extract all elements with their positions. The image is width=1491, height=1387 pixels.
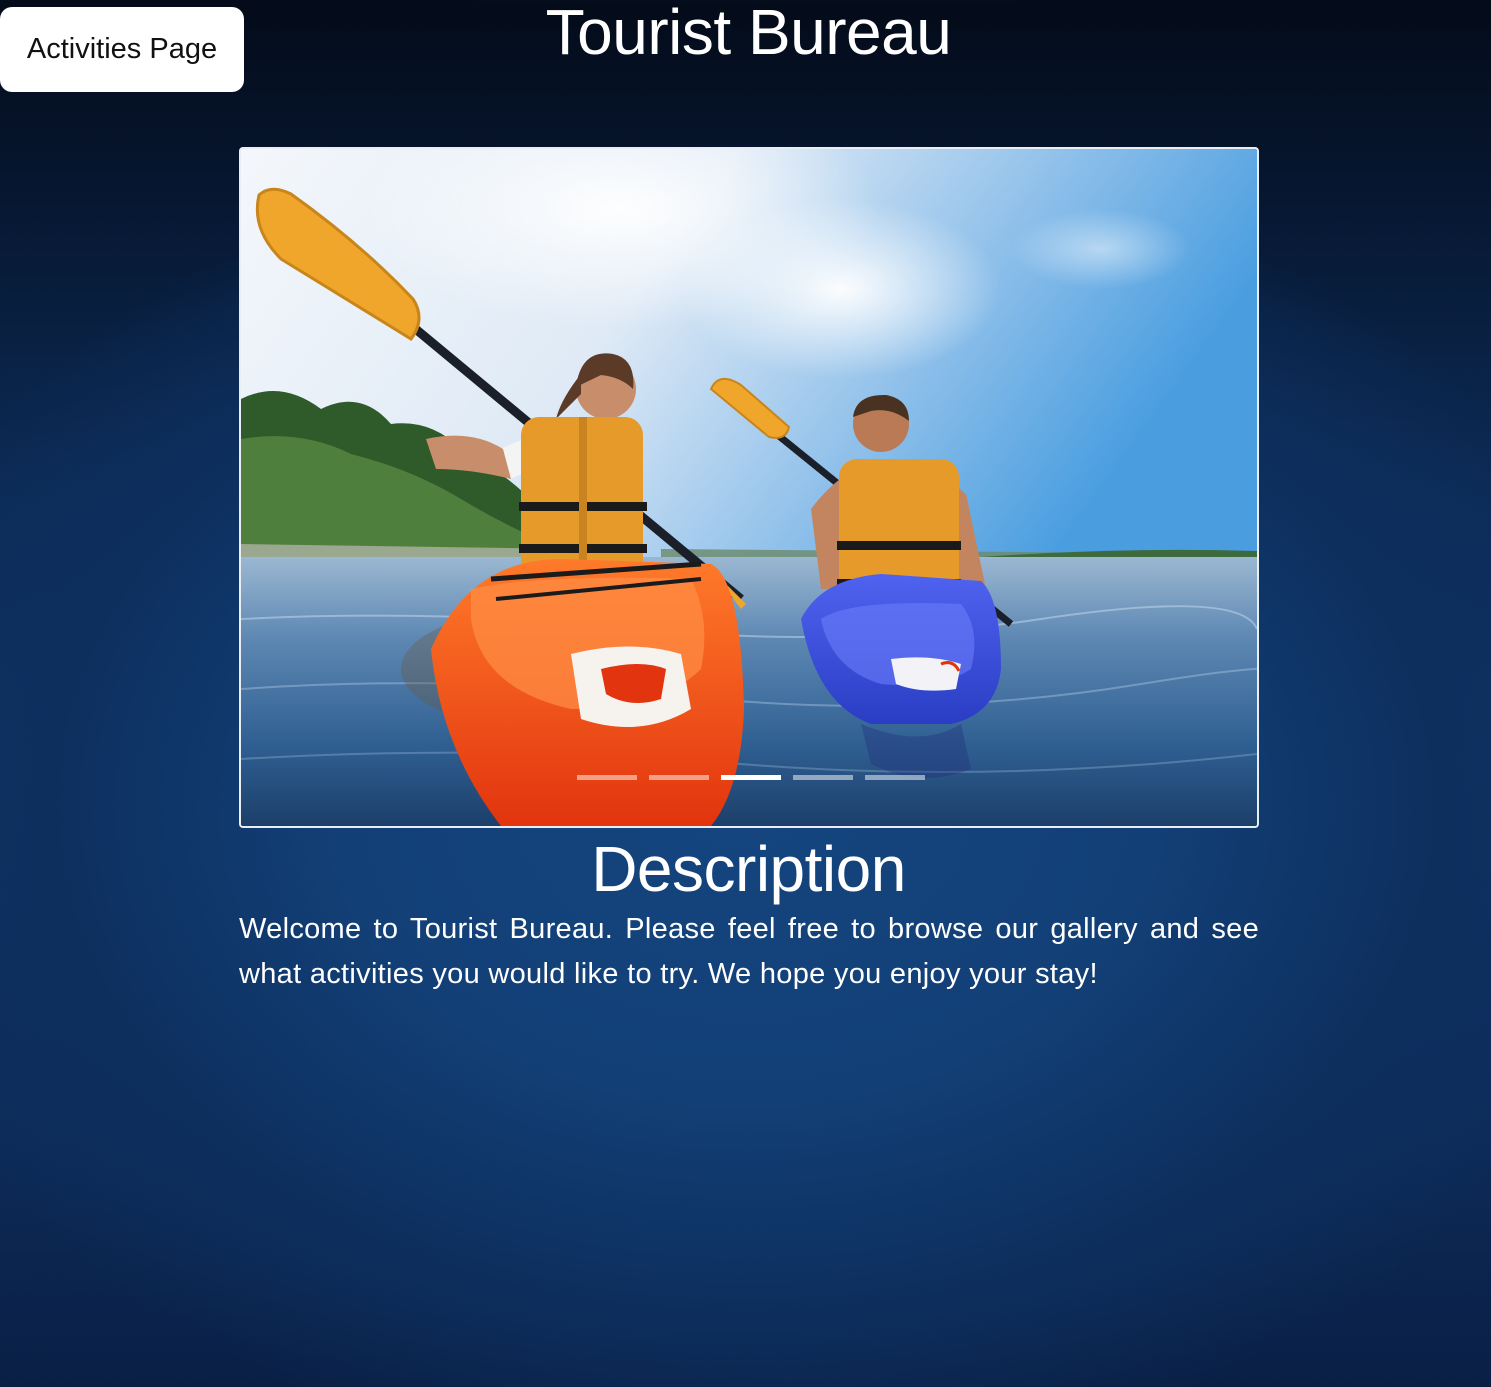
carousel-indicator-4[interactable]	[793, 775, 853, 780]
carousel-indicator-1[interactable]	[577, 775, 637, 780]
description-heading: Description	[591, 833, 906, 905]
carousel-indicator-3[interactable]	[721, 775, 781, 780]
carousel-indicator-5[interactable]	[865, 775, 925, 780]
carousel-indicators	[241, 775, 1257, 780]
kayaking-photo	[241, 149, 1257, 826]
page-title: Tourist Bureau	[545, 0, 952, 68]
carousel-indicator-2[interactable]	[649, 775, 709, 780]
image-carousel[interactable]	[239, 147, 1259, 828]
description-text: Welcome to Tourist Bureau. Please feel f…	[239, 913, 1259, 990]
